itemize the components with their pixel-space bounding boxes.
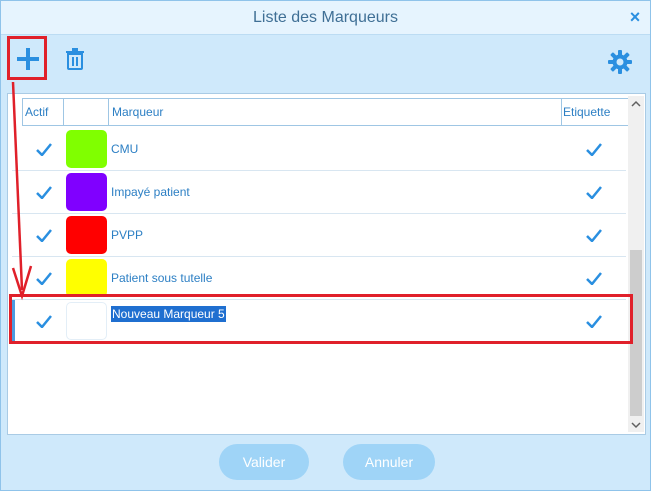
annotation-arrow [11,81,33,301]
annotation-highlight-new-row [9,294,633,344]
